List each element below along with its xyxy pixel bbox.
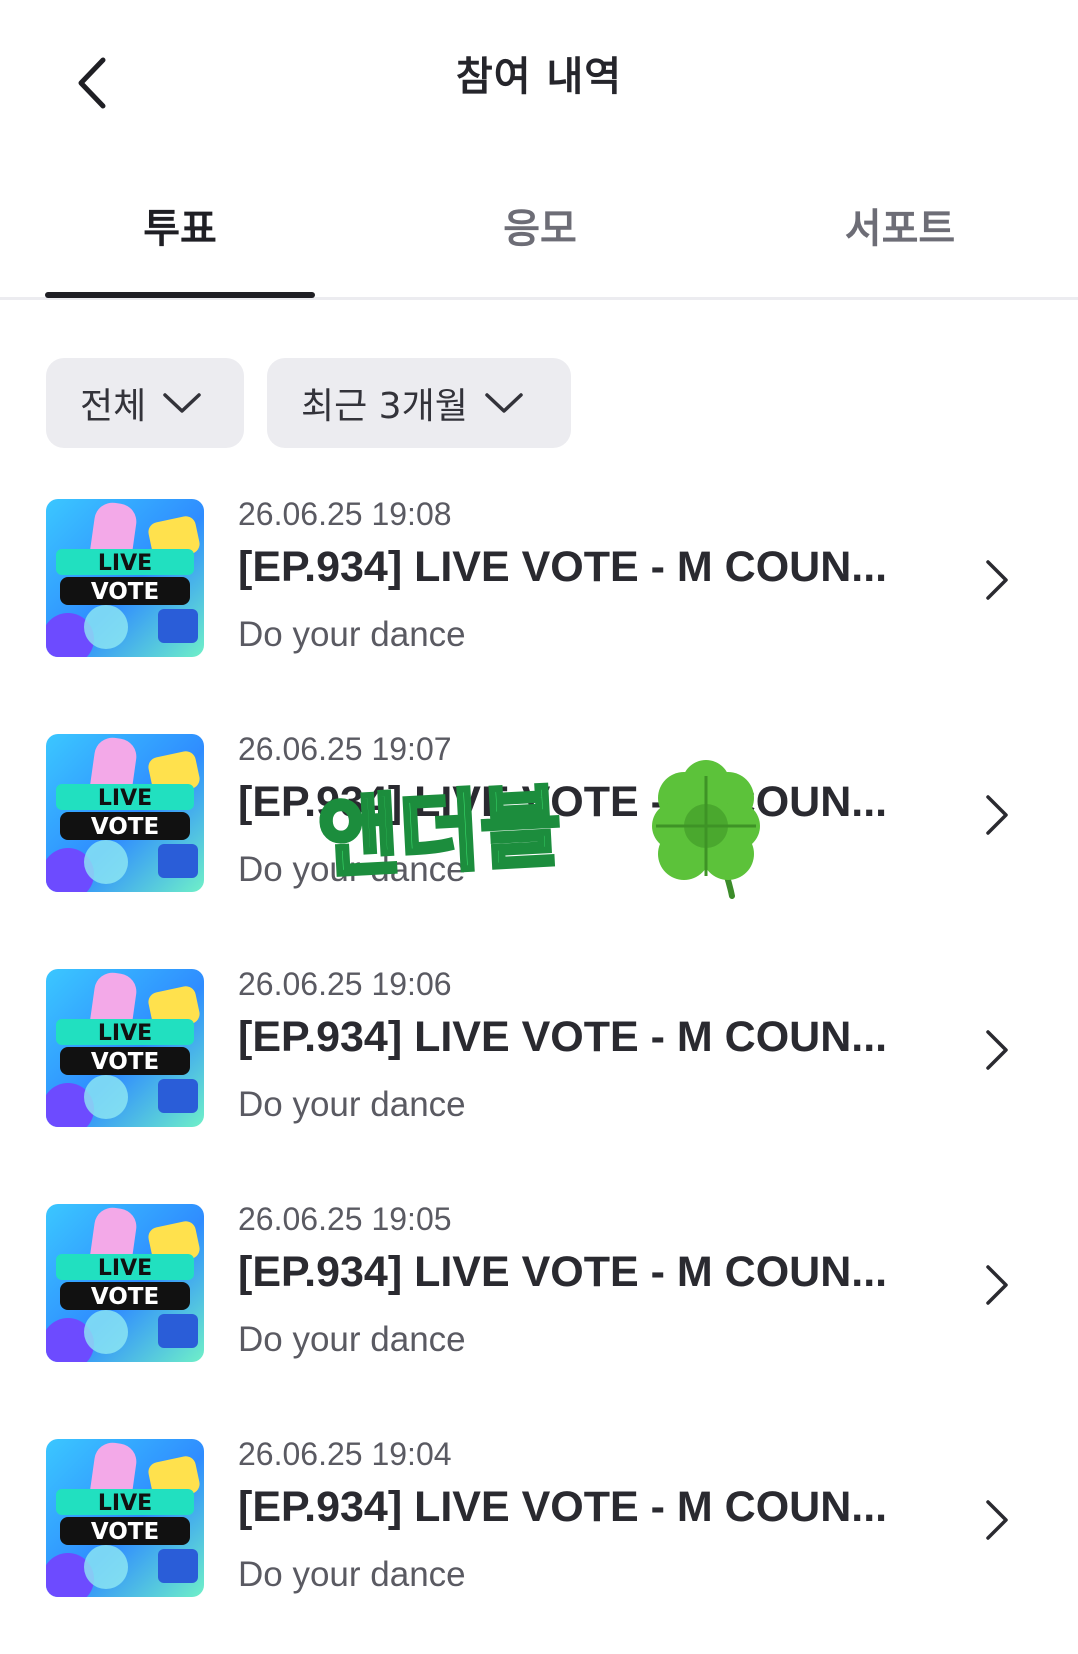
item-subtitle: Do your dance xyxy=(238,1320,466,1359)
item-title: [EP.934] LIVE VOTE - M COUN... xyxy=(238,778,888,826)
thumb-text-vote: VOTE xyxy=(91,579,159,605)
tab-vote[interactable]: 투표 xyxy=(45,196,315,291)
page-title: 참여 내역 xyxy=(455,54,623,100)
chevron-right-icon xyxy=(986,1265,1008,1305)
item-title: [EP.934] LIVE VOTE - M COUN... xyxy=(238,1013,888,1061)
tab-entry[interactable]: 응모 xyxy=(405,196,675,291)
tab-support[interactable]: 서포트 xyxy=(765,196,1035,291)
live-vote-thumbnail: LIVE VOTE xyxy=(46,1204,204,1362)
chevron-right-icon xyxy=(986,795,1008,835)
chevron-right-icon xyxy=(986,1030,1008,1070)
period-filter-dropdown[interactable]: 최근 3개월 xyxy=(267,358,571,448)
list-item[interactable]: LIVE VOTE 26.06.25 19:05 [EP.934] LIVE V… xyxy=(0,1195,1078,1395)
item-title: [EP.934] LIVE VOTE - M COUN... xyxy=(238,1248,888,1296)
item-subtitle: Do your dance xyxy=(238,1555,466,1594)
thumb-text-live: LIVE xyxy=(98,786,152,811)
live-vote-thumbnail: LIVE VOTE xyxy=(46,1439,204,1597)
category-filter-dropdown[interactable]: 전체 xyxy=(46,358,244,448)
list-item[interactable]: LIVE VOTE 26.06.25 19:08 [EP.934] LIVE V… xyxy=(0,490,1078,690)
thumb-text-vote: VOTE xyxy=(91,1049,159,1075)
item-subtitle: Do your dance xyxy=(238,1085,466,1124)
thumb-text-vote: VOTE xyxy=(91,1519,159,1545)
top-bar: 참여 내역 xyxy=(0,0,1078,160)
period-filter-label: 최근 3개월 xyxy=(301,386,468,427)
thumb-text-live: LIVE xyxy=(98,551,152,576)
live-vote-thumbnail: LIVE VOTE xyxy=(46,734,204,892)
participation-history-screen: 참여 내역 투표 응모 서포트 전체 최근 3개월 LIVE VOTE 26.0… xyxy=(0,0,1078,1654)
item-date: 26.06.25 19:06 xyxy=(238,966,452,1002)
list-item[interactable]: LIVE VOTE 26.06.25 19:06 [EP.934] LIVE V… xyxy=(0,960,1078,1160)
thumb-text-vote: VOTE xyxy=(91,1284,159,1310)
chevron-down-icon xyxy=(485,393,523,413)
live-vote-thumbnail: LIVE VOTE xyxy=(46,969,204,1127)
list-item[interactable]: LIVE VOTE 26.06.25 19:07 [EP.934] LIVE V… xyxy=(0,725,1078,925)
item-title: [EP.934] LIVE VOTE - M COUN... xyxy=(238,543,888,591)
item-title: [EP.934] LIVE VOTE - M COUN... xyxy=(238,1483,888,1531)
active-tab-indicator xyxy=(45,292,315,298)
thumb-text-vote: VOTE xyxy=(91,814,159,840)
item-date: 26.06.25 19:07 xyxy=(238,731,452,767)
thumb-text-live: LIVE xyxy=(98,1256,152,1281)
item-date: 26.06.25 19:04 xyxy=(238,1436,452,1472)
list-item[interactable]: LIVE VOTE 26.06.25 19:04 [EP.934] LIVE V… xyxy=(0,1430,1078,1630)
thumb-text-live: LIVE xyxy=(98,1491,152,1516)
tab-bar: 투표 응모 서포트 xyxy=(0,190,1078,300)
category-filter-label: 전체 xyxy=(80,386,147,427)
item-subtitle: Do your dance xyxy=(238,615,466,654)
item-date: 26.06.25 19:08 xyxy=(238,496,452,532)
chevron-right-icon xyxy=(986,560,1008,600)
item-subtitle: Do your dance xyxy=(238,850,466,889)
item-date: 26.06.25 19:05 xyxy=(238,1201,452,1237)
thumb-text-live: LIVE xyxy=(98,1021,152,1046)
live-vote-thumbnail: LIVE VOTE xyxy=(46,499,204,657)
chevron-down-icon xyxy=(163,393,201,413)
chevron-right-icon xyxy=(986,1500,1008,1540)
